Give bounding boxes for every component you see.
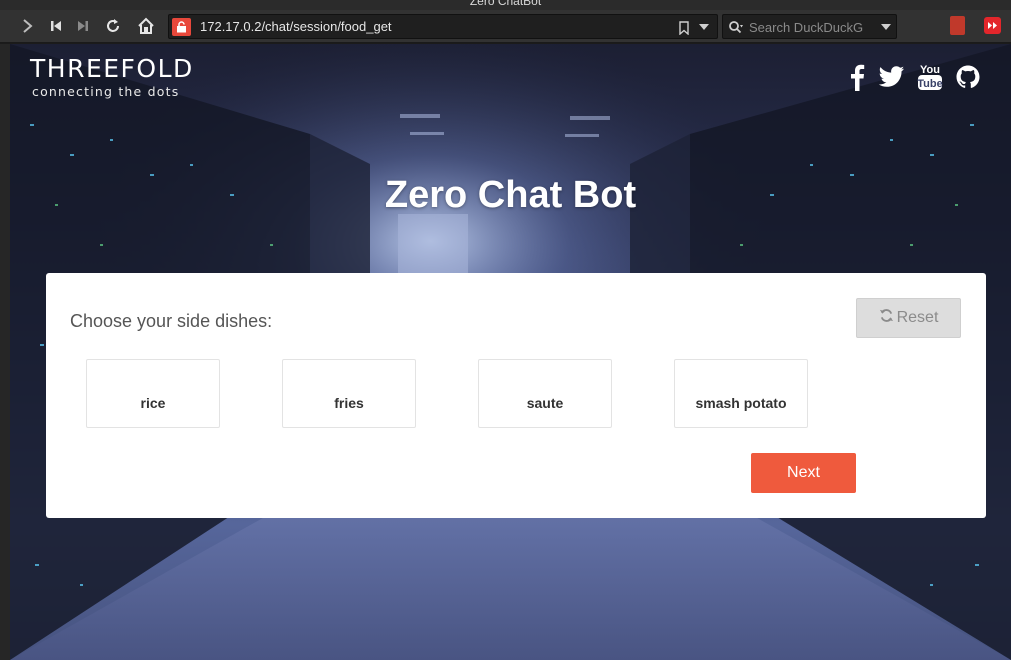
refresh-icon <box>879 308 894 328</box>
left-sidebar-strip <box>0 44 10 660</box>
option-saute[interactable]: saute <box>478 359 612 428</box>
option-fries[interactable]: fries <box>282 359 416 428</box>
window-title-bar: Zero ChatBot <box>0 0 1011 10</box>
github-icon[interactable] <box>954 62 982 92</box>
skip-forward-icon[interactable] <box>71 15 95 37</box>
logo-tagline: connecting the dots <box>32 84 180 99</box>
svg-text:Tube: Tube <box>917 78 942 90</box>
chat-card: Choose your side dishes: Reset rice frie… <box>46 273 986 518</box>
bookmark-icon[interactable] <box>679 20 689 39</box>
logo-title[interactable]: THREEFOLD <box>30 54 194 83</box>
svg-text:You: You <box>920 64 940 76</box>
facebook-icon[interactable] <box>846 62 868 92</box>
twitter-icon[interactable] <box>878 62 906 92</box>
page-viewport: THREEFOLD connecting the dots You Tube Z… <box>10 44 1011 660</box>
page-title: Zero Chat Bot <box>384 174 637 216</box>
search-dropdown-icon[interactable] <box>881 24 891 30</box>
reload-icon[interactable] <box>101 15 125 37</box>
url-dropdown-icon[interactable] <box>699 24 709 30</box>
chevron-right-icon[interactable] <box>16 15 40 37</box>
url-bar[interactable]: 172.17.0.2/chat/session/food_get <box>168 14 718 39</box>
question-text: Choose your side dishes: <box>70 311 273 331</box>
reset-button[interactable]: Reset <box>856 298 961 338</box>
extension-icon[interactable] <box>984 17 1001 34</box>
browser-toolbar: 172.17.0.2/chat/session/food_get <box>0 10 1011 43</box>
option-rice[interactable]: rice <box>86 359 220 428</box>
window-title: Zero ChatBot <box>469 0 542 8</box>
url-text[interactable]: 172.17.0.2/chat/session/food_get <box>200 19 392 34</box>
search-bar[interactable] <box>722 14 897 39</box>
reset-label: Reset <box>896 309 939 326</box>
book-extension-icon[interactable] <box>950 16 965 35</box>
option-smash-potato[interactable]: smash potato <box>674 359 808 428</box>
insecure-lock-icon[interactable] <box>172 18 191 36</box>
search-input[interactable] <box>749 18 863 36</box>
skip-back-icon[interactable] <box>44 15 68 37</box>
youtube-icon[interactable]: You Tube <box>916 62 944 92</box>
next-button[interactable]: Next <box>751 453 856 493</box>
search-icon <box>728 19 744 38</box>
home-icon[interactable] <box>134 15 158 37</box>
